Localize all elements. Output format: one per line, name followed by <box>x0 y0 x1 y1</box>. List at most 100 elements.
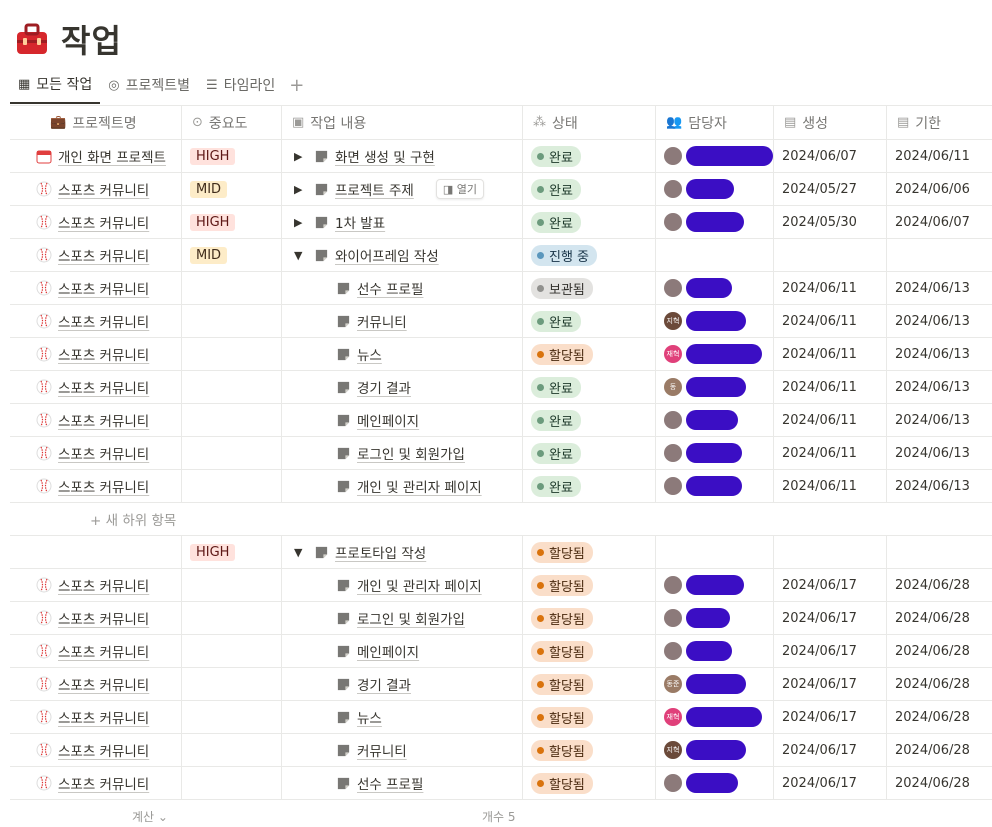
assignee-cell[interactable] <box>656 470 774 502</box>
task-cell[interactable]: 메인페이지 <box>282 635 523 667</box>
due-date-cell[interactable] <box>887 239 992 271</box>
project-cell[interactable]: 스포츠 커뮤니티 <box>10 470 182 502</box>
assignee-cell[interactable] <box>656 272 774 304</box>
priority-cell[interactable] <box>182 371 282 403</box>
project-cell[interactable]: 스포츠 커뮤니티 <box>10 173 182 205</box>
status-cell[interactable]: 할당됨 <box>523 767 656 799</box>
status-cell[interactable]: 완료 <box>523 470 656 502</box>
priority-cell[interactable] <box>182 602 282 634</box>
priority-cell[interactable] <box>182 272 282 304</box>
status-cell[interactable]: 할당됨 <box>523 701 656 733</box>
due-date-cell[interactable]: 2024/06/13 <box>887 437 992 469</box>
due-date-cell[interactable]: 2024/06/28 <box>887 767 992 799</box>
project-cell[interactable]: 스포츠 커뮤니티 <box>10 701 182 733</box>
due-date-cell[interactable]: 2024/06/06 <box>887 173 992 205</box>
due-date-cell[interactable]: 2024/06/13 <box>887 470 992 502</box>
created-date-cell[interactable]: 2024/06/17 <box>774 569 887 601</box>
task-title-link[interactable]: 1차 발표 <box>335 212 385 232</box>
created-date-cell[interactable] <box>774 239 887 271</box>
task-cell[interactable]: 로그인 및 회원가입 <box>282 602 523 634</box>
priority-cell[interactable] <box>182 701 282 733</box>
table-row[interactable]: 스포츠 커뮤니티 선수 프로필 할당됨 2024/06/17 2024/06/28 <box>10 767 992 800</box>
status-cell[interactable]: 완료 <box>523 140 656 172</box>
project-link[interactable]: 스포츠 커뮤니티 <box>58 443 149 463</box>
column-header[interactable]: ▣ 작업 내용 <box>282 106 523 139</box>
priority-cell[interactable]: MID <box>182 239 282 271</box>
project-link[interactable]: 스포츠 커뮤니티 <box>58 212 149 232</box>
assignee-cell[interactable]: 동 <box>656 371 774 403</box>
due-date-cell[interactable]: 2024/06/11 <box>887 140 992 172</box>
table-row[interactable]: 스포츠 커뮤니티 선수 프로필 보관됨 2024/06/11 2024/06/13 <box>10 272 992 305</box>
created-date-cell[interactable]: 2024/06/11 <box>774 470 887 502</box>
table-row[interactable]: 스포츠 커뮤니티 HIGH ▶ 1차 발표 완료 2024/05/30 2024/06/07 <box>10 206 992 239</box>
due-date-cell[interactable]: 2024/06/13 <box>887 305 992 337</box>
task-cell[interactable]: 로그인 및 회원가입 <box>282 437 523 469</box>
column-header[interactable]: ▤ 생성 <box>774 106 887 139</box>
table-row[interactable]: HIGH ▼ 프로토타입 작성 할당됨 <box>10 536 992 569</box>
project-link[interactable]: 스포츠 커뮤니티 <box>58 410 149 430</box>
table-row[interactable]: 스포츠 커뮤니티 메인페이지 할당됨 2024/06/17 2024/06/28 <box>10 635 992 668</box>
table-row[interactable]: 스포츠 커뮤니티 개인 및 관리자 페이지 완료 2024/06/11 2024/06/… <box>10 470 992 503</box>
status-cell[interactable]: 진행 중 <box>523 239 656 271</box>
priority-cell[interactable]: HIGH <box>182 140 282 172</box>
tab-timeline[interactable]: ☰ 타임라인 <box>198 67 283 103</box>
column-header[interactable]: 👥 담당자 <box>656 106 774 139</box>
project-cell[interactable] <box>10 536 182 568</box>
assignee-cell[interactable] <box>656 206 774 238</box>
assignee-cell[interactable] <box>656 767 774 799</box>
task-title-link[interactable]: 뉴스 <box>357 344 382 364</box>
status-cell[interactable]: 할당됨 <box>523 536 656 568</box>
column-header[interactable]: ▤ 기한 <box>887 106 992 139</box>
priority-cell[interactable] <box>182 338 282 370</box>
due-date-cell[interactable]: 2024/06/07 <box>887 206 992 238</box>
status-cell[interactable]: 완료 <box>523 404 656 436</box>
due-date-cell[interactable]: 2024/06/28 <box>887 701 992 733</box>
created-date-cell[interactable]: 2024/05/27 <box>774 173 887 205</box>
created-date-cell[interactable]: 2024/06/17 <box>774 734 887 766</box>
created-date-cell[interactable]: 2024/06/17 <box>774 701 887 733</box>
status-cell[interactable]: 완료 <box>523 371 656 403</box>
priority-cell[interactable] <box>182 635 282 667</box>
project-cell[interactable]: 스포츠 커뮤니티 <box>10 206 182 238</box>
expand-toggle-icon[interactable]: ▶ <box>294 216 308 229</box>
created-date-cell[interactable]: 2024/06/11 <box>774 371 887 403</box>
assignee-cell[interactable] <box>656 437 774 469</box>
assignee-cell[interactable]: 지혁 <box>656 305 774 337</box>
table-row[interactable]: 스포츠 커뮤니티 메인페이지 완료 2024/06/11 2024/06/13 <box>10 404 992 437</box>
assignee-cell[interactable] <box>656 602 774 634</box>
project-cell[interactable]: 스포츠 커뮤니티 <box>10 404 182 436</box>
due-date-cell[interactable]: 2024/06/13 <box>887 371 992 403</box>
table-row[interactable]: 스포츠 커뮤니티 커뮤니티 완료 지혁 2024/06/11 2024/06/13 <box>10 305 992 338</box>
collapse-toggle-icon[interactable]: ▼ <box>294 249 308 262</box>
project-link[interactable]: 스포츠 커뮤니티 <box>58 740 149 760</box>
task-cell[interactable]: ▶ 화면 생성 및 구현 <box>282 140 523 172</box>
table-row[interactable]: 스포츠 커뮤니티 로그인 및 회원가입 할당됨 2024/06/17 2024/06/2… <box>10 602 992 635</box>
tab-by-project[interactable]: ◎ 프로젝트별 <box>100 67 198 103</box>
due-date-cell[interactable]: 2024/06/28 <box>887 602 992 634</box>
assignee-cell[interactable] <box>656 404 774 436</box>
priority-cell[interactable] <box>182 569 282 601</box>
status-cell[interactable]: 할당됨 <box>523 635 656 667</box>
task-cell[interactable]: 개인 및 관리자 페이지 <box>282 470 523 502</box>
assignee-cell[interactable]: 재혁 <box>656 701 774 733</box>
table-row[interactable]: 스포츠 커뮤니티 뉴스 할당됨 재혁 2024/06/11 2024/06/13 <box>10 338 992 371</box>
priority-cell[interactable]: HIGH <box>182 536 282 568</box>
status-cell[interactable]: 완료 <box>523 305 656 337</box>
expand-toggle-icon[interactable]: ▶ <box>294 150 308 163</box>
project-cell[interactable]: 스포츠 커뮤니티 <box>10 569 182 601</box>
project-link[interactable]: 스포츠 커뮤니티 <box>58 377 149 397</box>
created-date-cell[interactable]: 2024/06/17 <box>774 602 887 634</box>
project-link[interactable]: 스포츠 커뮤니티 <box>58 476 149 496</box>
task-title-link[interactable]: 프로토타입 작성 <box>335 542 426 562</box>
task-cell[interactable]: ▼ 프로토타입 작성 <box>282 536 523 568</box>
due-date-cell[interactable]: 2024/06/13 <box>887 338 992 370</box>
task-title-link[interactable]: 커뮤니티 <box>357 311 407 331</box>
project-cell[interactable]: 스포츠 커뮤니티 <box>10 272 182 304</box>
task-cell[interactable]: 메인페이지 <box>282 404 523 436</box>
status-cell[interactable]: 할당됨 <box>523 734 656 766</box>
priority-cell[interactable] <box>182 437 282 469</box>
task-title-link[interactable]: 메인페이지 <box>357 410 419 430</box>
column-header[interactable]: ⁂ 상태 <box>523 106 656 139</box>
column-header[interactable]: ⊙ 중요도 <box>182 106 282 139</box>
add-view-button[interactable]: + <box>283 75 310 96</box>
